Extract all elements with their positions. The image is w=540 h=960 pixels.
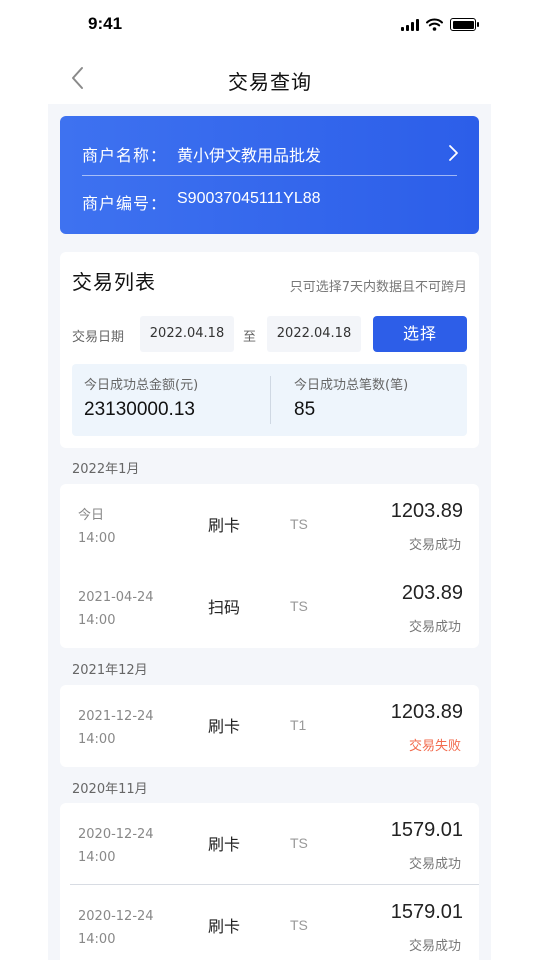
merchant-name-label: 商户名称： [82, 146, 168, 165]
date-separator: 至 [243, 330, 257, 345]
date-from-field[interactable]: 2022.04.18 [140, 316, 234, 352]
transaction-time: 14:00 [78, 531, 116, 546]
signal-icon [401, 18, 419, 31]
date-to-field[interactable]: 2022.04.18 [267, 316, 361, 352]
section-title: 交易列表 [72, 270, 156, 294]
merchant-name-row: 商户名称： 黄小伊文教用品批发 [82, 142, 321, 166]
transaction-list-section: 交易列表 只可选择7天内数据且不可跨月 交易日期 2022.04.18 至 20… [60, 252, 479, 448]
transaction-datetime: 2021-04-24 14:00 [78, 586, 154, 632]
status-icons [401, 18, 479, 31]
transaction-type: 刷卡 [208, 835, 241, 854]
transaction-date: 2021-12-24 [78, 709, 154, 724]
date-label: 交易日期 [72, 330, 125, 345]
transaction-status: 交易成功 [408, 620, 461, 635]
transaction-status: 交易成功 [408, 939, 461, 954]
daily-stats: 今日成功总金额(元) 23130000.13 今日成功总笔数(笔) 85 [72, 364, 467, 436]
transaction-type: 扫码 [208, 598, 241, 617]
total-count-stat: 今日成功总笔数(笔) 85 [294, 374, 408, 421]
transaction-time: 14:00 [78, 932, 116, 947]
group-label: 2022年1月 [72, 462, 140, 477]
transaction-amount: 1203.89 [390, 701, 463, 723]
transaction-time: 14:00 [78, 732, 116, 747]
merchant-id-value: S90037045111YL88 [177, 190, 321, 207]
settlement-type: TS [290, 516, 308, 532]
transaction-row[interactable]: 2021-04-24 14:00 扫码 TS 203.89 交易成功 [60, 566, 479, 648]
settlement-type: TS [290, 917, 308, 933]
chevron-right-icon[interactable] [447, 144, 459, 162]
transaction-amount: 1579.01 [390, 901, 463, 923]
total-amount-value: 23130000.13 [84, 399, 195, 420]
battery-icon [450, 18, 479, 31]
transaction-row[interactable]: 今日 14:00 刷卡 TS 1203.89 交易成功 [60, 484, 479, 566]
date-filter-row: 交易日期 2022.04.18 至 2022.04.18 选择 [72, 316, 467, 352]
transaction-group-card: 今日 14:00 刷卡 TS 1203.89 交易成功 2021-04-24 1… [60, 484, 479, 648]
transaction-date: 2020-12-24 [78, 909, 154, 924]
transaction-time: 14:00 [78, 613, 116, 628]
transaction-status: 交易成功 [408, 857, 461, 872]
merchant-id-row: 商户编号： S90037045111YL88 [82, 190, 321, 214]
transaction-type: 刷卡 [208, 917, 241, 936]
page-title: 交易查询 [228, 70, 312, 94]
transaction-type: 刷卡 [208, 717, 241, 736]
main-content: 商户名称： 黄小伊文教用品批发 商户编号： S90037045111YL88 交… [48, 104, 491, 960]
transaction-group-card: 2021-12-24 14:00 刷卡 T1 1203.89 交易失败 [60, 685, 479, 767]
merchant-id-label: 商户编号： [82, 194, 168, 213]
transaction-date: 今日 [78, 508, 105, 523]
transaction-amount: 1579.01 [390, 819, 463, 841]
transaction-amount: 203.89 [401, 582, 463, 604]
date-range-hint: 只可选择7天内数据且不可跨月 [289, 280, 467, 295]
settlement-type: TS [290, 598, 308, 614]
settlement-type: T1 [290, 717, 307, 733]
transaction-date: 2021-04-24 [78, 590, 154, 605]
total-amount-label: 今日成功总金额(元) [84, 378, 199, 393]
transaction-datetime: 今日 14:00 [78, 504, 115, 550]
total-count-value: 85 [294, 399, 316, 420]
transaction-amount: 1203.89 [390, 500, 463, 522]
select-button[interactable]: 选择 [373, 316, 467, 352]
total-amount-stat: 今日成功总金额(元) 23130000.13 [84, 374, 198, 421]
settlement-type: TS [290, 835, 308, 851]
transaction-row[interactable]: 2021-12-24 14:00 刷卡 T1 1203.89 交易失败 [60, 685, 479, 767]
transaction-type: 刷卡 [208, 516, 241, 535]
transaction-row[interactable]: 2020-12-24 14:00 刷卡 TS 1579.01 交易成功 [60, 803, 479, 885]
transaction-row[interactable]: 2020-12-24 14:00 刷卡 TS 1579.01 交易成功 [60, 885, 479, 960]
merchant-divider [82, 175, 457, 176]
transaction-status: 交易成功 [408, 538, 461, 553]
merchant-card[interactable]: 商户名称： 黄小伊文教用品批发 商户编号： S90037045111YL88 [60, 116, 479, 234]
status-bar: 9:41 [0, 0, 540, 52]
merchant-name-value: 黄小伊文教用品批发 [177, 146, 322, 165]
transaction-group-card: 2020-12-24 14:00 刷卡 TS 1579.01 交易成功 2020… [60, 803, 479, 960]
transaction-datetime: 2021-12-24 14:00 [78, 705, 154, 751]
transaction-date: 2020-12-24 [78, 827, 154, 842]
transaction-datetime: 2020-12-24 14:00 [78, 905, 154, 951]
transaction-datetime: 2020-12-24 14:00 [78, 823, 154, 869]
total-count-label: 今日成功总笔数(笔) [294, 378, 409, 393]
status-time: 9:41 [88, 14, 123, 33]
transaction-time: 14:00 [78, 850, 116, 865]
nav-bar: 交易查询 [0, 52, 540, 104]
transaction-status: 交易失败 [408, 739, 461, 754]
group-label: 2020年11月 [72, 782, 148, 797]
wifi-icon [426, 18, 443, 31]
group-label: 2021年12月 [72, 663, 148, 678]
stats-divider [270, 376, 271, 424]
